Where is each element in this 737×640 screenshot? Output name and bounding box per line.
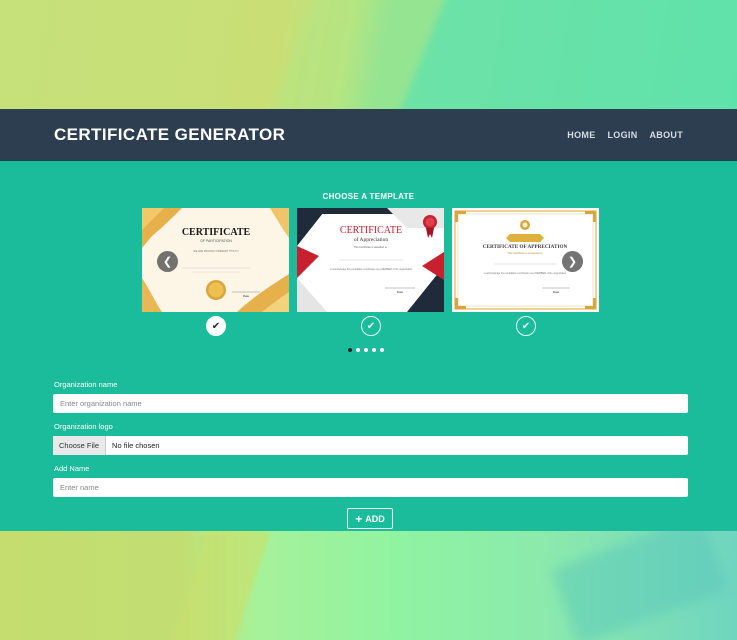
template-2-sub: of Appreciation [354,236,389,243]
carousel-indicators [348,348,384,352]
template-1-sub: OF PARTICIPATION [200,239,232,243]
carousel-dot-5[interactable] [380,348,384,352]
navbar: CERTIFICATE GENERATOR HOME LOGIN ABOUT [0,109,737,161]
nav-home[interactable]: HOME [567,130,595,140]
template-card-2[interactable]: CERTIFICATE of Appreciation This Certifi… [297,208,444,312]
org-name-input[interactable] [53,394,688,413]
template-2-heading: CERTIFICATE [340,225,402,236]
file-status: No file chosen [112,441,160,450]
template-3-heading: CERTIFICATE OF APPRECIATION [483,244,568,250]
template-1-line: WE ARE PROUDLY PRESENT THIS TO [193,250,238,253]
template-3-sign: Date [553,290,560,294]
add-button[interactable]: + ADD [347,508,393,529]
add-button-label: ADD [365,513,385,524]
template-3-body: in acknowledge his remarkable contributi… [484,272,567,275]
template-2-select-icon[interactable]: ✔ [361,316,381,336]
org-logo-file-input[interactable]: Choose File No file chosen [53,436,688,455]
nav-about[interactable]: ABOUT [650,130,684,140]
carousel-dot-1[interactable] [348,348,352,352]
template-2-sign: Date [397,290,404,294]
template-1-sign: Date [243,294,250,298]
plus-icon: + [355,511,363,526]
carousel-dot-3[interactable] [364,348,368,352]
template-1-heading: CERTIFICATE [182,227,251,238]
carousel-dot-2[interactable] [356,348,360,352]
template-2-body: in acknowledge his remarkable contributi… [330,268,413,271]
template-3-sub: This Certificate is presented to [507,251,543,255]
main-panel: CHOOSE A TEMPLATE CERTIFICATE OF PARTICI… [0,161,737,531]
add-name-input[interactable] [53,478,688,497]
nav-links: HOME LOGIN ABOUT [567,130,683,140]
choose-file-button[interactable]: Choose File [53,436,107,455]
section-title: CHOOSE A TEMPLATE [322,192,415,201]
org-logo-label: Organization logo [54,422,113,431]
carousel-prev-icon[interactable]: ❮ [157,251,178,272]
carousel-next-icon[interactable]: ❯ [562,251,583,272]
template-3-select-icon[interactable]: ✔ [516,316,536,336]
org-name-label: Organization name [54,380,118,389]
template-2-artwork: CERTIFICATE of Appreciation This Certifi… [297,208,444,312]
template-2-line: This Certificate is awarded to : [354,245,389,249]
carousel-dot-4[interactable] [372,348,376,352]
nav-login[interactable]: LOGIN [608,130,638,140]
template-1-select-icon[interactable]: ✔ [206,316,226,336]
add-name-label: Add Name [54,464,90,473]
brand-title[interactable]: CERTIFICATE GENERATOR [54,125,285,145]
